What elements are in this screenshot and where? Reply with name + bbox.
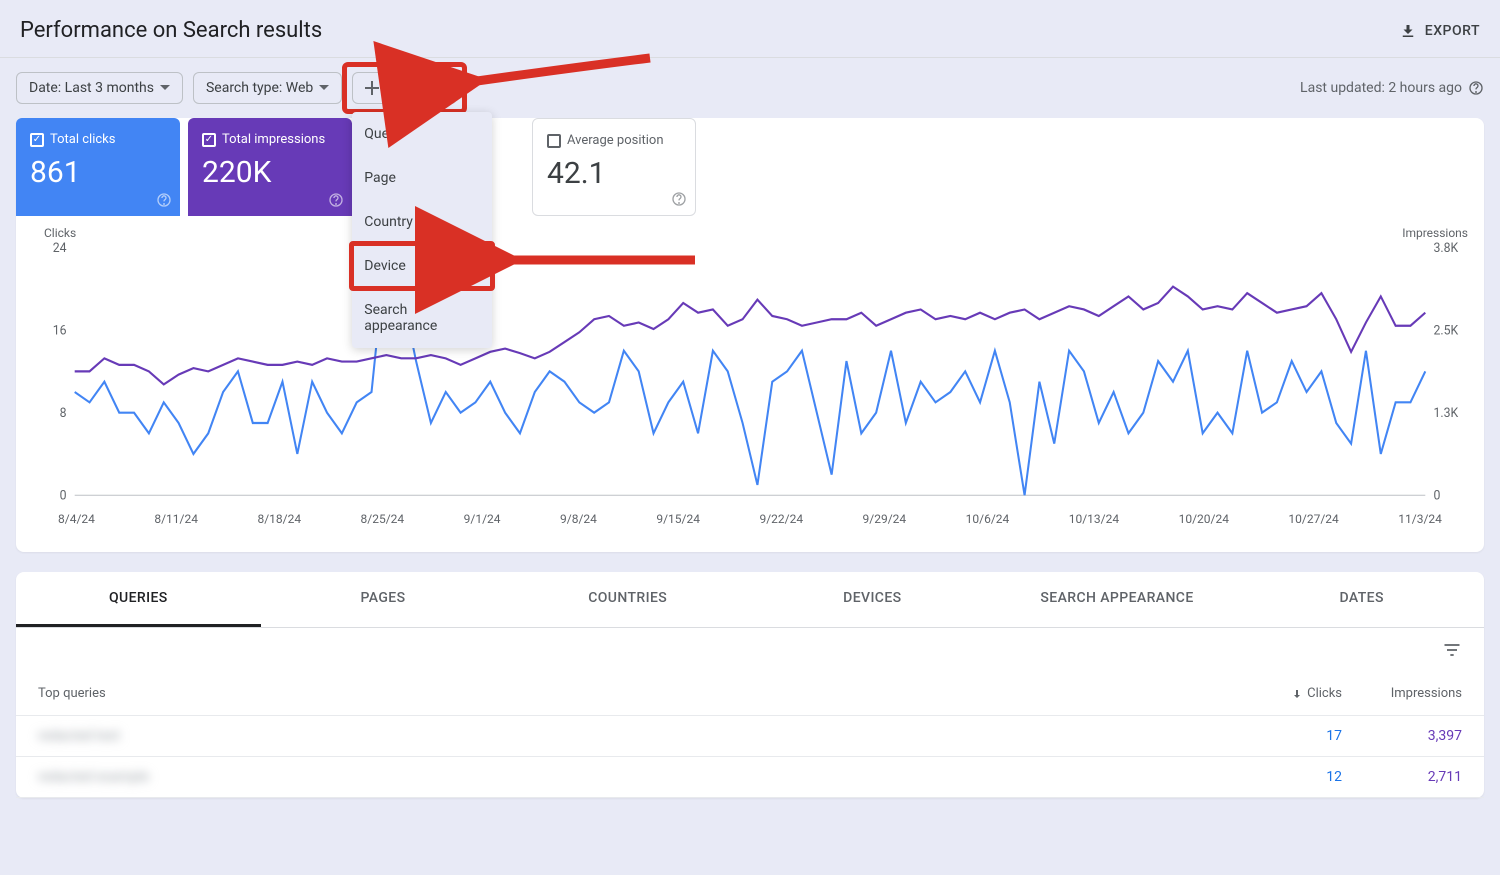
chevron-down-icon [319, 83, 329, 93]
tab-countries[interactable]: COUNTRIES [505, 572, 750, 627]
svg-text:3.8K: 3.8K [1433, 241, 1458, 256]
dropdown-item-query[interactable]: Query [352, 112, 492, 156]
x-tick: 9/8/24 [560, 512, 597, 526]
x-tick: 9/1/24 [464, 512, 501, 526]
x-tick: 8/11/24 [154, 512, 198, 526]
checkbox-icon [30, 133, 44, 147]
table-header: Top queries Clicks Impressions [16, 672, 1484, 716]
impressions-cell: 2,711 [1342, 769, 1462, 785]
tab-queries[interactable]: QUERIES [16, 572, 261, 627]
x-tick: 11/3/24 [1398, 512, 1442, 526]
x-tick: 10/13/24 [1069, 512, 1119, 526]
y-right-label: Impressions [1402, 226, 1468, 240]
x-tick: 8/18/24 [257, 512, 301, 526]
query-cell: redacted text [38, 728, 1242, 744]
clicks-cell: 17 [1242, 728, 1342, 744]
x-tick: 10/20/24 [1179, 512, 1229, 526]
dropdown-item-search-appearance[interactable]: Search appearance [352, 288, 492, 348]
performance-chart: Clicks Impressions 24 16 8 0 3.8K 2.5K 1.3K 0 8… [16, 216, 1484, 552]
svg-text:1.3K: 1.3K [1433, 406, 1458, 421]
x-tick: 9/22/24 [759, 512, 803, 526]
date-filter-chip[interactable]: Date: Last 3 months [16, 72, 183, 104]
metric-total-impressions[interactable]: Total impressions 220K [188, 118, 352, 216]
help-icon[interactable] [1468, 80, 1484, 96]
checkbox-icon [202, 133, 216, 147]
add-filter-button[interactable]: Add filter [352, 72, 456, 104]
svg-text:0: 0 [60, 488, 67, 503]
tab-devices[interactable]: DEVICES [750, 572, 995, 627]
svg-text:2.5K: 2.5K [1433, 323, 1458, 338]
plus-icon [365, 81, 379, 95]
help-icon[interactable] [156, 192, 172, 208]
x-tick: 9/15/24 [656, 512, 700, 526]
page-title: Performance on Search results [20, 18, 322, 43]
svg-text:0: 0 [1433, 488, 1440, 503]
metric-average-position[interactable]: Average position 42.1 [532, 118, 696, 216]
export-button[interactable]: EXPORT [1399, 22, 1480, 40]
clicks-cell: 12 [1242, 769, 1342, 785]
x-tick: 9/29/24 [863, 512, 907, 526]
last-updated-text: Last updated: 2 hours ago [1300, 80, 1484, 96]
dropdown-item-country[interactable]: Country [352, 200, 492, 244]
svg-text:16: 16 [53, 323, 67, 338]
filter-icon[interactable] [1442, 640, 1462, 660]
dropdown-item-device[interactable]: Device [352, 244, 492, 288]
add-filter-dropdown: Query Page Country Device Search appeara… [352, 112, 492, 348]
metric-total-clicks[interactable]: Total clicks 861 [16, 118, 180, 216]
chevron-down-icon [160, 83, 170, 93]
table-row[interactable]: redacted text173,397 [16, 716, 1484, 757]
x-tick: 8/4/24 [58, 512, 95, 526]
dimensions-card: QUERIES PAGES COUNTRIES DEVICES SEARCH A… [16, 572, 1484, 798]
svg-text:24: 24 [53, 241, 67, 256]
column-header-clicks[interactable]: Clicks [1242, 686, 1342, 701]
tab-dates[interactable]: DATES [1239, 572, 1484, 627]
y-left-label: Clicks [44, 226, 76, 240]
search-type-filter-chip[interactable]: Search type: Web [193, 72, 342, 104]
help-icon[interactable] [671, 191, 687, 207]
table-row[interactable]: redacted example122,711 [16, 757, 1484, 798]
impressions-cell: 3,397 [1342, 728, 1462, 744]
dropdown-item-page[interactable]: Page [352, 156, 492, 200]
x-tick: 8/25/24 [361, 512, 405, 526]
performance-card: Total clicks 861 Total impressions 220K … [16, 118, 1484, 552]
query-cell: redacted example [38, 769, 1242, 785]
x-tick: 10/6/24 [966, 512, 1010, 526]
tab-search-appearance[interactable]: SEARCH APPEARANCE [995, 572, 1240, 627]
arrow-down-icon [1291, 688, 1303, 700]
column-header-impressions[interactable]: Impressions [1342, 686, 1462, 701]
checkbox-icon [547, 134, 561, 148]
x-tick: 10/27/24 [1288, 512, 1338, 526]
help-icon[interactable] [328, 192, 344, 208]
svg-text:8: 8 [60, 406, 67, 421]
download-icon [1399, 22, 1417, 40]
tab-pages[interactable]: PAGES [261, 572, 506, 627]
column-header-query: Top queries [38, 686, 1242, 701]
